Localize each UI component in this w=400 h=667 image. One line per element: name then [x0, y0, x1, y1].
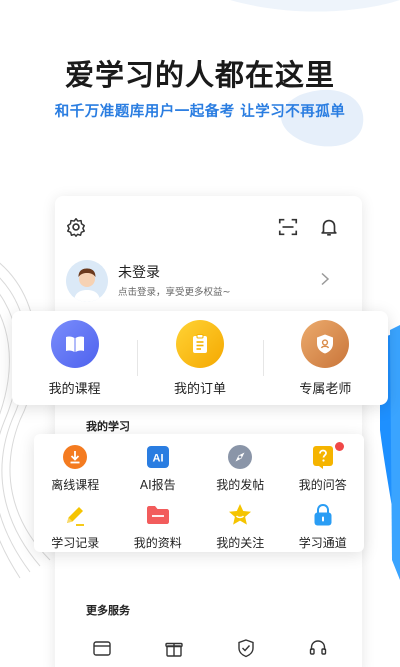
compass-icon [228, 445, 253, 469]
my-following-label: 我的关注 [216, 536, 265, 550]
study-channel-button[interactable]: 学习通道 [282, 498, 365, 554]
quick-actions-card: 我的课程 我的订单 专属老师 [12, 311, 388, 405]
my-posts-button[interactable]: 我的发帖 [199, 440, 282, 498]
question-icon [310, 442, 344, 470]
ai-report-icon: AI [146, 446, 169, 468]
promo-subline: 和千万准题库用户一起备考 让学习不再孤单 [54, 104, 346, 120]
folder-icon [146, 506, 169, 524]
avatar[interactable] [66, 260, 108, 302]
notification-badge [334, 442, 344, 451]
my-following-button[interactable]: 我的关注 [199, 498, 282, 554]
gift-icon[interactable] [164, 638, 184, 658]
my-courses-label: 我的课程 [48, 381, 101, 397]
more-services-row [92, 638, 328, 658]
login-status-title[interactable]: 未登录 [118, 262, 160, 282]
star-icon [229, 504, 252, 525]
my-materials-button[interactable]: 我的资料 [117, 498, 200, 554]
my-qa-label: 我的问答 [298, 478, 347, 492]
clipboard-icon [175, 319, 224, 368]
my-study-grid: 离线课程 AI AI报告 我的发帖 我的问答 学习记录 我的资料 我的关注 学习… [34, 434, 364, 552]
study-records-label: 学习记录 [51, 536, 100, 550]
book-icon [50, 319, 99, 368]
lock-icon [314, 503, 332, 526]
exclusive-teacher-button[interactable]: 专属老师 [262, 319, 388, 397]
my-qa-button[interactable]: 我的问答 [282, 440, 365, 498]
offline-courses-button[interactable]: 离线课程 [34, 440, 117, 498]
my-orders-label: 我的订单 [173, 381, 226, 397]
study-channel-label: 学习通道 [298, 536, 347, 550]
scan-icon[interactable] [277, 216, 299, 238]
download-icon [63, 445, 88, 469]
my-materials-label: 我的资料 [133, 536, 182, 550]
offline-courses-label: 离线课程 [51, 478, 100, 492]
verified-icon[interactable] [236, 638, 256, 658]
more-services-title: 更多服务 [86, 604, 130, 617]
headset-icon[interactable] [308, 638, 328, 658]
my-courses-button[interactable]: 我的课程 [12, 319, 137, 397]
study-records-button[interactable]: 学习记录 [34, 498, 117, 554]
ai-report-label: AI报告 [139, 478, 176, 492]
chevron-right-icon[interactable] [319, 272, 331, 286]
my-orders-button[interactable]: 我的订单 [137, 319, 262, 397]
promo-headline: 爱学习的人都在这里 [64, 58, 335, 92]
pencil-icon [67, 507, 85, 526]
wallet-icon[interactable] [92, 638, 112, 658]
my-study-title: 我的学习 [86, 420, 130, 433]
login-subtitle: 点击登录，享受更多权益~ [118, 287, 231, 298]
settings-gear-icon[interactable] [65, 216, 87, 238]
profile-page-card: 未登录 点击登录，享受更多权益~ 我的学习 更多服务 [55, 196, 362, 667]
my-posts-label: 我的发帖 [216, 478, 265, 492]
shield-teacher-icon [301, 319, 350, 368]
svg-text:AI: AI [152, 453, 163, 465]
notification-bell-icon[interactable] [318, 216, 340, 238]
ai-report-button[interactable]: AI AI报告 [117, 440, 200, 498]
avatar-person-icon [66, 260, 108, 302]
exclusive-teacher-label: 专属老师 [299, 381, 352, 397]
